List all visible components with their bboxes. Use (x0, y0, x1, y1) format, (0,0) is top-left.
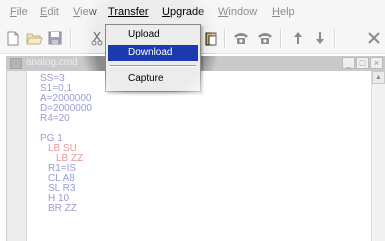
close-icon[interactable] (365, 28, 383, 48)
arrow-up-icon[interactable] (289, 28, 307, 48)
child-window-title: analog.cmd (26, 57, 78, 68)
scroll-up-icon[interactable]: ▲ (372, 71, 385, 84)
menu-bar: File Edit View Transfer Upgrade Window H… (0, 0, 385, 24)
menu-item-upload[interactable]: Upload (108, 27, 198, 43)
arrow-down-icon[interactable] (311, 28, 329, 48)
open-folder-icon[interactable] (25, 28, 43, 48)
menu-file[interactable]: File (10, 6, 28, 18)
transfer-dropdown-menu: Upload Download Capture (105, 24, 201, 92)
menu-separator (110, 65, 196, 67)
code-line: R4=20 (40, 113, 70, 124)
cut-icon[interactable] (88, 28, 106, 48)
paste-icon[interactable] (202, 28, 220, 48)
menu-item-download[interactable]: Download (108, 45, 198, 61)
menu-window[interactable]: Window (218, 6, 257, 18)
menu-upgrade[interactable]: Upgrade (162, 6, 204, 18)
close-child-button[interactable]: × (370, 57, 383, 69)
phone-icon[interactable] (232, 28, 250, 48)
new-file-icon[interactable] (4, 28, 22, 48)
maximize-button[interactable]: □ (356, 57, 369, 69)
save-icon[interactable] (46, 28, 64, 48)
hangup-icon[interactable] (256, 28, 274, 48)
menu-view[interactable]: View (73, 6, 97, 18)
document-icon (10, 58, 22, 69)
toolbar-separator (224, 29, 226, 48)
code-editor[interactable]: SS=3 S1=0,1 A=2000000 D=2000000 R4=20 PG 1 LB … (6, 71, 371, 241)
menu-transfer[interactable]: Transfer (108, 6, 149, 18)
minimize-button[interactable]: _ (342, 57, 355, 69)
menu-item-capture[interactable]: Capture (108, 71, 198, 87)
code-line: BR ZZ (48, 203, 77, 214)
editor-gutter (7, 71, 27, 241)
menu-help[interactable]: Help (272, 6, 295, 18)
toolbar-separator (70, 29, 72, 48)
menu-edit[interactable]: Edit (40, 6, 59, 18)
toolbar-separator (334, 29, 336, 48)
toolbar-separator (280, 29, 282, 48)
vertical-scrollbar[interactable]: ▲ (371, 71, 385, 241)
